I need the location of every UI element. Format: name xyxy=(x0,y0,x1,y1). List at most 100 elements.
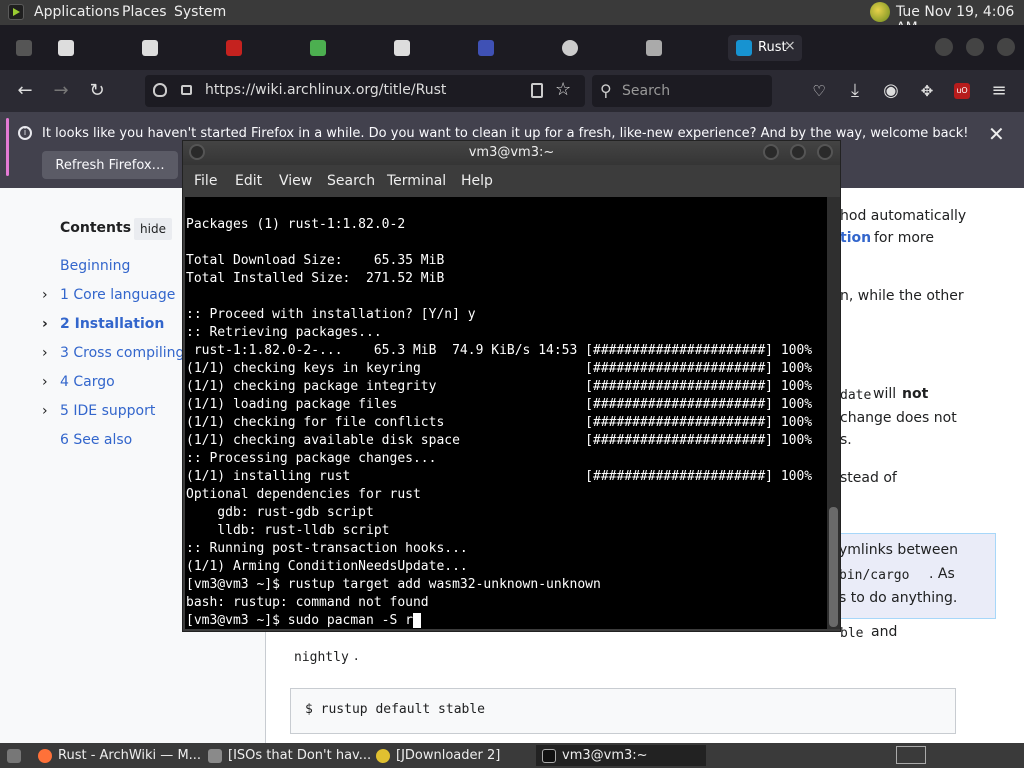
tab-rust[interactable]: Rust × xyxy=(728,35,802,61)
tab[interactable] xyxy=(302,35,382,61)
pocket-icon[interactable]: ♡ xyxy=(808,80,830,102)
code-fragment: bin/cargo xyxy=(839,568,910,583)
close-button[interactable] xyxy=(997,38,1015,56)
terminal-line: Packages (1) rust-1:1.82.0-2 xyxy=(186,217,406,232)
downloads-icon[interactable]: ⤓ xyxy=(844,80,866,102)
menu-terminal[interactable]: Terminal xyxy=(387,173,446,189)
text-fragment: for more xyxy=(874,230,934,246)
text-fragment: stead of xyxy=(840,470,897,486)
toc-item-core-language[interactable]: › 1 Core language xyxy=(42,287,175,303)
terminal-line: (1/1) checking package integrity [######… xyxy=(186,379,813,394)
terminal-output: Packages (1) rust-1:1.82.0-2 Total Downl… xyxy=(186,216,812,629)
taskbar-item-firefox[interactable]: Rust - ArchWiki — M... xyxy=(32,745,202,766)
reader-view-icon[interactable] xyxy=(531,83,543,98)
workspace-switcher[interactable] xyxy=(896,746,926,764)
menu-search[interactable]: Search xyxy=(327,173,375,189)
minimize-button[interactable] xyxy=(935,38,953,56)
code-fragment: ble xyxy=(840,626,864,641)
applications-menu[interactable]: Applications xyxy=(34,4,120,20)
os-logo-icon[interactable] xyxy=(8,4,24,20)
text-fragment: change does not xyxy=(840,410,957,426)
terminal-line: (1/1) Arming ConditionNeedsUpdate... xyxy=(186,559,468,574)
code-block-text: $ rustup default stable xyxy=(305,702,486,717)
extensions-icon[interactable]: ✥ xyxy=(916,80,938,102)
tab-favicon-icon xyxy=(16,40,32,56)
toc-item-ide-support[interactable]: › 5 IDE support xyxy=(42,403,155,419)
terminal-minimize-button[interactable] xyxy=(763,144,779,160)
forward-icon[interactable]: → xyxy=(50,80,72,102)
menu-file[interactable]: File xyxy=(194,173,217,189)
tab[interactable] xyxy=(386,35,466,61)
menu-edit[interactable]: Edit xyxy=(235,173,262,189)
notification-close-icon[interactable]: ✕ xyxy=(988,122,1005,146)
wiki-link[interactable]: tion xyxy=(840,230,871,246)
system-menu[interactable]: System xyxy=(174,4,226,20)
terminal-line: gdb: rust-gdb script xyxy=(186,505,374,520)
jdownloader-icon xyxy=(376,748,390,763)
tab[interactable] xyxy=(638,35,718,61)
toc-item-beginning[interactable]: Beginning xyxy=(60,258,130,274)
menu-help[interactable]: Help xyxy=(461,173,493,189)
tab[interactable] xyxy=(50,35,130,61)
search-placeholder[interactable]: Search xyxy=(622,83,670,99)
terminal-prompt[interactable]: [vm3@vm3 ~]$ sudo pacman -S r xyxy=(186,613,413,628)
tab[interactable] xyxy=(554,35,634,61)
ublock-icon[interactable]: uO xyxy=(954,83,970,99)
terminal-line: (1/1) checking keys in keyring [########… xyxy=(186,361,813,376)
terminal-maximize-button[interactable] xyxy=(790,144,806,160)
tab-favicon-icon xyxy=(58,40,74,56)
places-menu[interactable]: Places xyxy=(122,4,167,20)
text-fragment: ymlinks between xyxy=(839,542,958,558)
terminal-titlebar[interactable]: vm3@vm3:~ xyxy=(183,141,840,165)
toc-item-installation[interactable]: › 2 Installation xyxy=(42,316,164,332)
chevron-right-icon[interactable]: › xyxy=(42,403,60,419)
text-fragment: hod automatically xyxy=(840,208,967,224)
chevron-right-icon[interactable]: › xyxy=(42,287,60,303)
menu-view[interactable]: View xyxy=(279,173,312,189)
toc-hide-button[interactable]: hide xyxy=(134,218,172,240)
taskbar-item-isos[interactable]: [ISOs that Don't hav... xyxy=(202,745,370,766)
weather-icon[interactable] xyxy=(870,2,890,22)
text-fragment: s. xyxy=(840,432,852,448)
account-icon[interactable]: ◉ xyxy=(880,80,902,102)
taskbar: Rust - ArchWiki — M... [ISOs that Don't … xyxy=(0,743,1024,768)
chrome-icon xyxy=(310,40,326,56)
tab[interactable] xyxy=(470,35,550,61)
toc-item-cross-compiling[interactable]: › 3 Cross compiling xyxy=(42,345,184,361)
back-icon[interactable]: ← xyxy=(14,80,36,102)
terminal-line: (1/1) installing rust [#################… xyxy=(186,469,813,484)
terminal-line: rust-1:1.82.0-2-... 65.3 MiB 74.9 KiB/s … xyxy=(186,343,813,358)
refresh-firefox-button[interactable]: Refresh Firefox… xyxy=(42,151,178,179)
terminal-line: (1/1) loading package files [###########… xyxy=(186,397,813,412)
tab[interactable] xyxy=(218,35,298,61)
reload-icon[interactable]: ↻ xyxy=(86,80,108,102)
chevron-right-icon[interactable]: › xyxy=(42,374,60,390)
terminal-scrollbar[interactable] xyxy=(827,197,840,629)
terminal-window: vm3@vm3:~ File Edit View Search Terminal… xyxy=(182,140,841,632)
show-desktop-button[interactable] xyxy=(4,745,24,766)
menu-icon[interactable]: ≡ xyxy=(988,80,1010,102)
terminal-prompt-line[interactable]: [vm3@vm3 ~]$ sudo pacman -S r xyxy=(186,612,812,629)
url-text[interactable]: https://wiki.archlinux.org/title/Rust xyxy=(205,82,446,98)
bookmark-star-icon[interactable]: ☆ xyxy=(555,79,571,100)
url-bar[interactable]: https://wiki.archlinux.org/title/Rust ☆ xyxy=(145,75,585,107)
shield-icon[interactable] xyxy=(153,83,167,97)
chevron-right-icon[interactable]: › xyxy=(42,345,60,361)
tab-close-icon[interactable]: × xyxy=(784,38,796,54)
maximize-button[interactable] xyxy=(966,38,984,56)
terminal-close-button[interactable] xyxy=(817,144,833,160)
chevron-right-icon[interactable]: › xyxy=(42,316,60,332)
tab[interactable] xyxy=(134,35,214,61)
taskbar-item-terminal[interactable]: vm3@vm3:~ xyxy=(536,745,706,766)
toc-item-cargo[interactable]: › 4 Cargo xyxy=(42,374,115,390)
taskbar-item-jdownloader[interactable]: [JDownloader 2] xyxy=(370,745,530,766)
text-fragment: not xyxy=(902,386,929,402)
lock-icon[interactable] xyxy=(181,85,192,95)
terminal-scrollbar-thumb[interactable] xyxy=(829,507,838,627)
terminal-icon xyxy=(542,748,556,763)
terminal-menubar: File Edit View Search Terminal Help xyxy=(183,165,840,197)
terminal-screen[interactable]: Packages (1) rust-1:1.82.0-2 Total Downl… xyxy=(185,197,827,629)
search-bar[interactable]: ⚲ Search xyxy=(592,75,772,107)
toc-item-see-also[interactable]: 6 See also xyxy=(60,432,132,448)
